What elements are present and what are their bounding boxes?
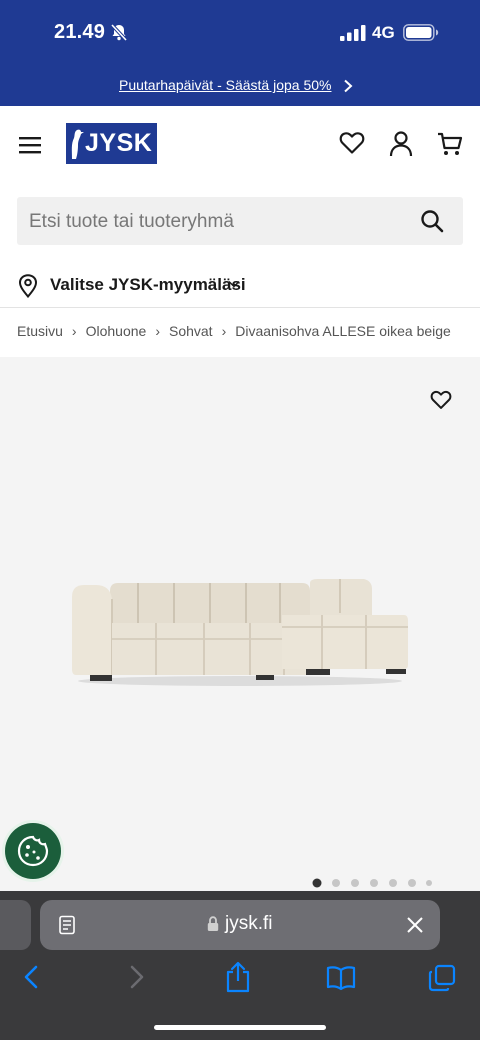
gallery-dot [370, 879, 378, 887]
forward-icon[interactable] [126, 965, 146, 989]
user-icon[interactable] [389, 130, 413, 157]
favorite-heart-icon[interactable] [430, 390, 452, 410]
status-time: 21.49 [54, 21, 106, 43]
bookmarks-icon[interactable] [326, 965, 356, 991]
cookie-settings-button[interactable] [5, 823, 61, 879]
network-type: 4G [372, 23, 395, 42]
search-icon[interactable] [420, 209, 444, 233]
product-image [72, 579, 408, 686]
gallery-dot [426, 880, 432, 886]
status-bar: 21.49 4G [0, 0, 480, 66]
reader-view-icon[interactable] [58, 915, 78, 935]
breadcrumb-separator-icon: › [221, 323, 227, 339]
heart-icon[interactable] [339, 131, 365, 155]
location-pin-icon [18, 274, 38, 298]
bell-muted-icon [110, 23, 128, 41]
menu-icon[interactable] [19, 136, 41, 154]
store-selector[interactable]: Valitse JYSK-myymäläsi [0, 262, 480, 308]
gallery-dot [351, 879, 359, 887]
gallery-dot [408, 879, 416, 887]
previous-tab-preview[interactable] [0, 900, 31, 950]
cart-icon[interactable] [437, 131, 463, 157]
store-label: Valitse JYSK-myymäläsi [50, 275, 246, 294]
gallery-dot [389, 879, 397, 887]
chevron-down-icon [228, 281, 240, 288]
breadcrumb-item[interactable]: Olohuone [86, 323, 147, 339]
bird-logo-icon [71, 129, 84, 159]
close-icon[interactable] [406, 916, 424, 934]
site-header: JYSK [0, 106, 480, 186]
browser-toolbar: jysk.fi [0, 891, 480, 1040]
promo-link[interactable]: Puutarhapäivät - Säästä jopa 50% [119, 77, 331, 93]
breadcrumb-item[interactable]: Etusivu [17, 323, 63, 339]
gallery-pagination[interactable] [310, 877, 440, 889]
back-icon[interactable] [22, 965, 42, 989]
logo-text: JYSK [85, 129, 153, 157]
signal-icon [340, 25, 366, 41]
chevron-right-icon [344, 79, 353, 93]
jysk-logo[interactable]: JYSK [66, 123, 157, 164]
breadcrumb: Etusivu › Olohuone › Sohvat › Divaanisohva ALL… [17, 323, 451, 339]
breadcrumb-separator-icon: › [155, 323, 160, 339]
battery-icon [403, 24, 439, 41]
promo-banner[interactable]: Puutarhapäivät - Säästä jopa 50% [0, 66, 480, 106]
lock-icon [207, 916, 219, 931]
gallery-dot-active [312, 878, 322, 888]
url-text: jysk.fi [225, 913, 273, 934]
address-bar[interactable]: jysk.fi [40, 900, 440, 950]
gallery-dot [332, 879, 340, 887]
search-input[interactable] [27, 197, 411, 247]
cookie-icon [17, 835, 49, 867]
breadcrumb-separator-icon: › [71, 323, 77, 339]
tabs-icon[interactable] [428, 964, 456, 992]
share-icon[interactable] [225, 961, 251, 993]
breadcrumb-item[interactable]: Sohvat [169, 323, 213, 339]
home-indicator [154, 1025, 326, 1030]
breadcrumb-current: Divaanisohva ALLESE oikea beige [235, 323, 451, 339]
search-bar [17, 197, 463, 247]
product-gallery[interactable] [0, 357, 480, 891]
